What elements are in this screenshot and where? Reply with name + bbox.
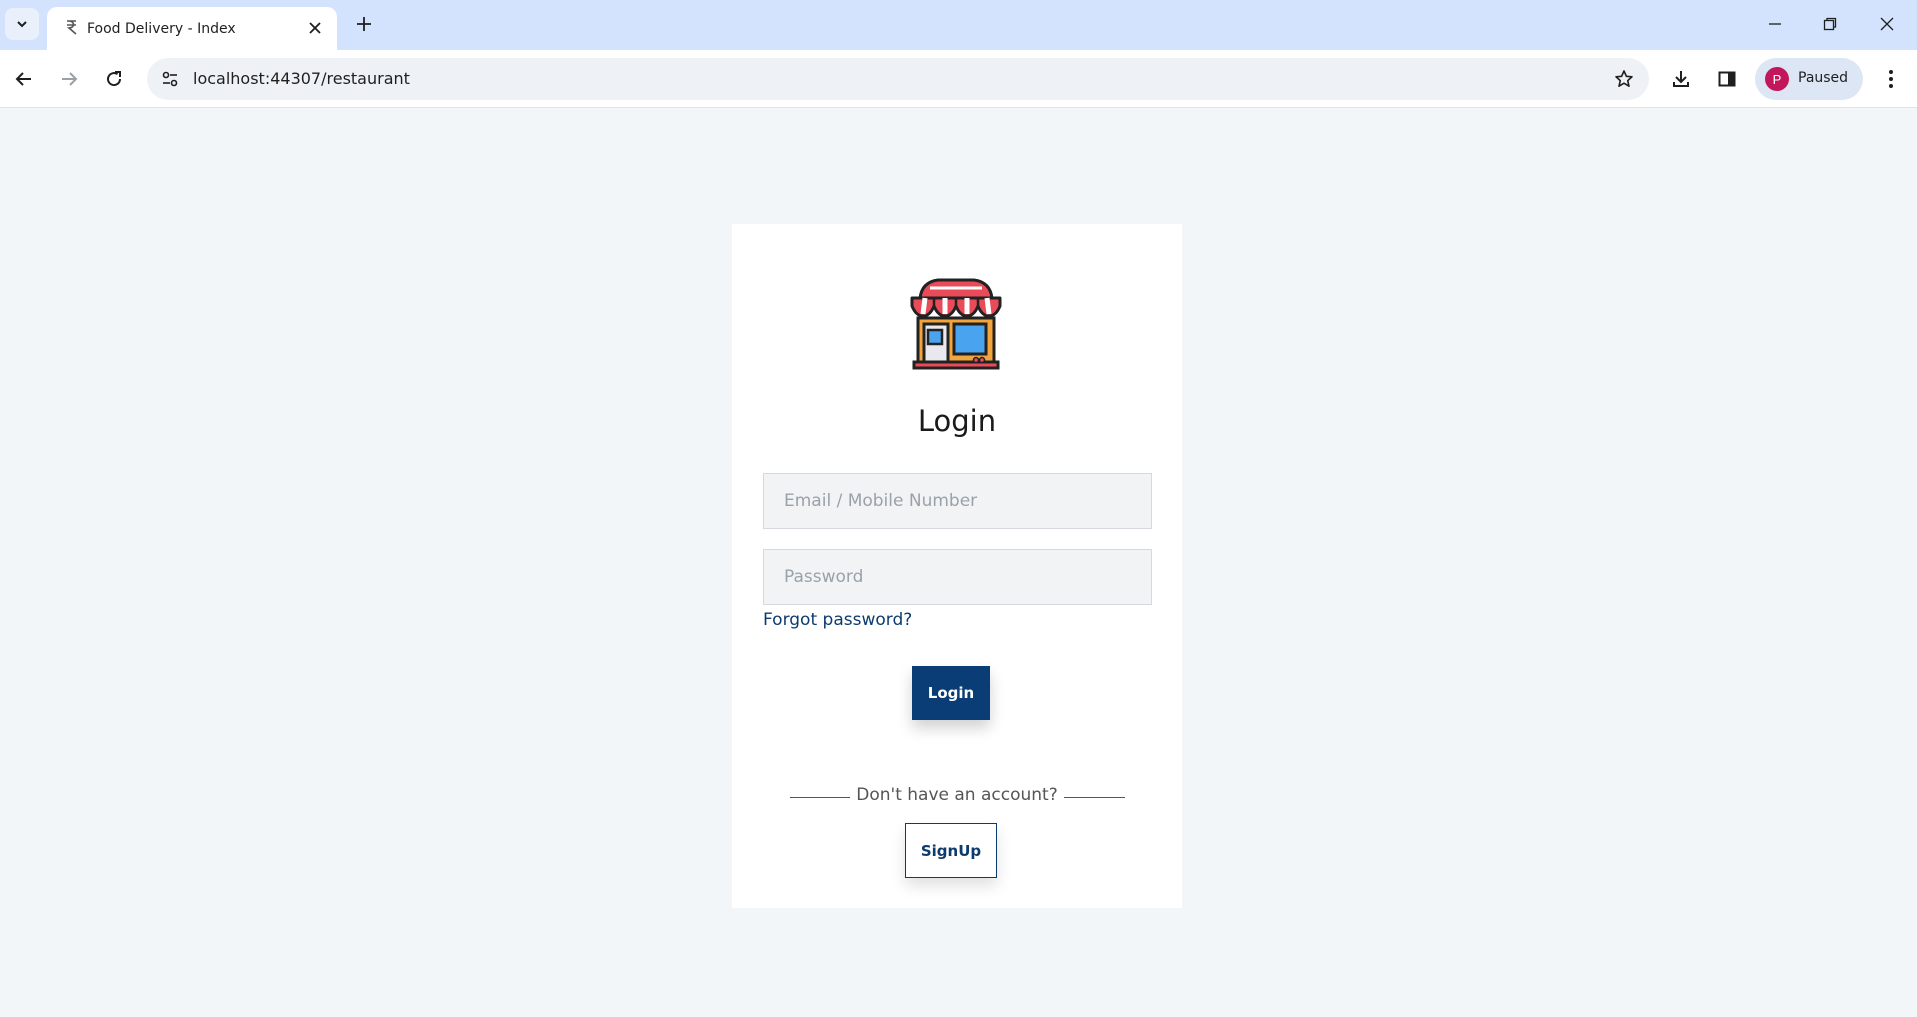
- arrow-left-icon: [15, 72, 31, 86]
- active-tab[interactable]: Food Delivery - Index: [47, 7, 337, 50]
- close-icon: [309, 22, 321, 34]
- side-panel-button[interactable]: [1710, 62, 1744, 96]
- more-vert-icon: [1889, 70, 1893, 88]
- avatar: P: [1765, 67, 1789, 91]
- site-info-button[interactable]: [157, 66, 183, 92]
- address-bar[interactable]: localhost:44307/restaurant: [147, 58, 1649, 100]
- chevron-down-icon: [17, 21, 27, 28]
- profile-status: Paused: [1798, 70, 1849, 86]
- bookmark-button[interactable]: [1611, 66, 1637, 92]
- restore-icon: [1823, 17, 1837, 31]
- tab-title: Food Delivery - Index: [87, 21, 236, 37]
- minimize-icon: [1769, 23, 1781, 25]
- browser-menu-button[interactable]: [1874, 62, 1908, 96]
- browser-tab-strip: Food Delivery - Index: [0, 0, 1917, 50]
- url-text[interactable]: localhost:44307/restaurant: [193, 69, 410, 88]
- download-icon: [1673, 71, 1689, 87]
- side-panel-icon: [1718, 71, 1736, 87]
- forgot-password-link[interactable]: Forgot password?: [763, 610, 912, 630]
- back-button[interactable]: [7, 62, 41, 96]
- login-button[interactable]: Login: [912, 666, 990, 720]
- page-title: Login: [917, 404, 997, 438]
- close-window-button[interactable]: [1864, 4, 1910, 44]
- new-tab-button[interactable]: [350, 10, 378, 38]
- forward-button[interactable]: [52, 62, 86, 96]
- no-account-label: Don't have an account?: [850, 785, 1064, 805]
- star-icon: [1615, 70, 1633, 87]
- tune-icon: [162, 71, 178, 87]
- password-field[interactable]: [763, 549, 1152, 605]
- profile-button[interactable]: P Paused: [1755, 58, 1863, 100]
- rupee-favicon-icon: [66, 20, 77, 35]
- email-field[interactable]: [763, 473, 1152, 529]
- no-account-text: Don't have an account?: [732, 785, 1182, 805]
- minimize-window-button[interactable]: [1752, 4, 1798, 44]
- reload-icon: [107, 71, 122, 87]
- close-icon: [1880, 17, 1894, 31]
- downloads-button[interactable]: [1664, 62, 1698, 96]
- signup-button[interactable]: SignUp: [905, 823, 997, 878]
- reload-button[interactable]: [97, 62, 131, 96]
- tab-close-button[interactable]: [305, 18, 325, 38]
- plus-icon: [357, 17, 371, 31]
- arrow-right-icon: [62, 72, 78, 86]
- tab-search-button[interactable]: [5, 8, 39, 40]
- shop-storefront-icon: [910, 278, 1002, 370]
- restore-window-button[interactable]: [1807, 4, 1853, 44]
- login-card: Login Forgot password? Login Don't have …: [732, 224, 1182, 908]
- browser-toolbar: localhost:44307/restaurant P Paused: [0, 50, 1917, 108]
